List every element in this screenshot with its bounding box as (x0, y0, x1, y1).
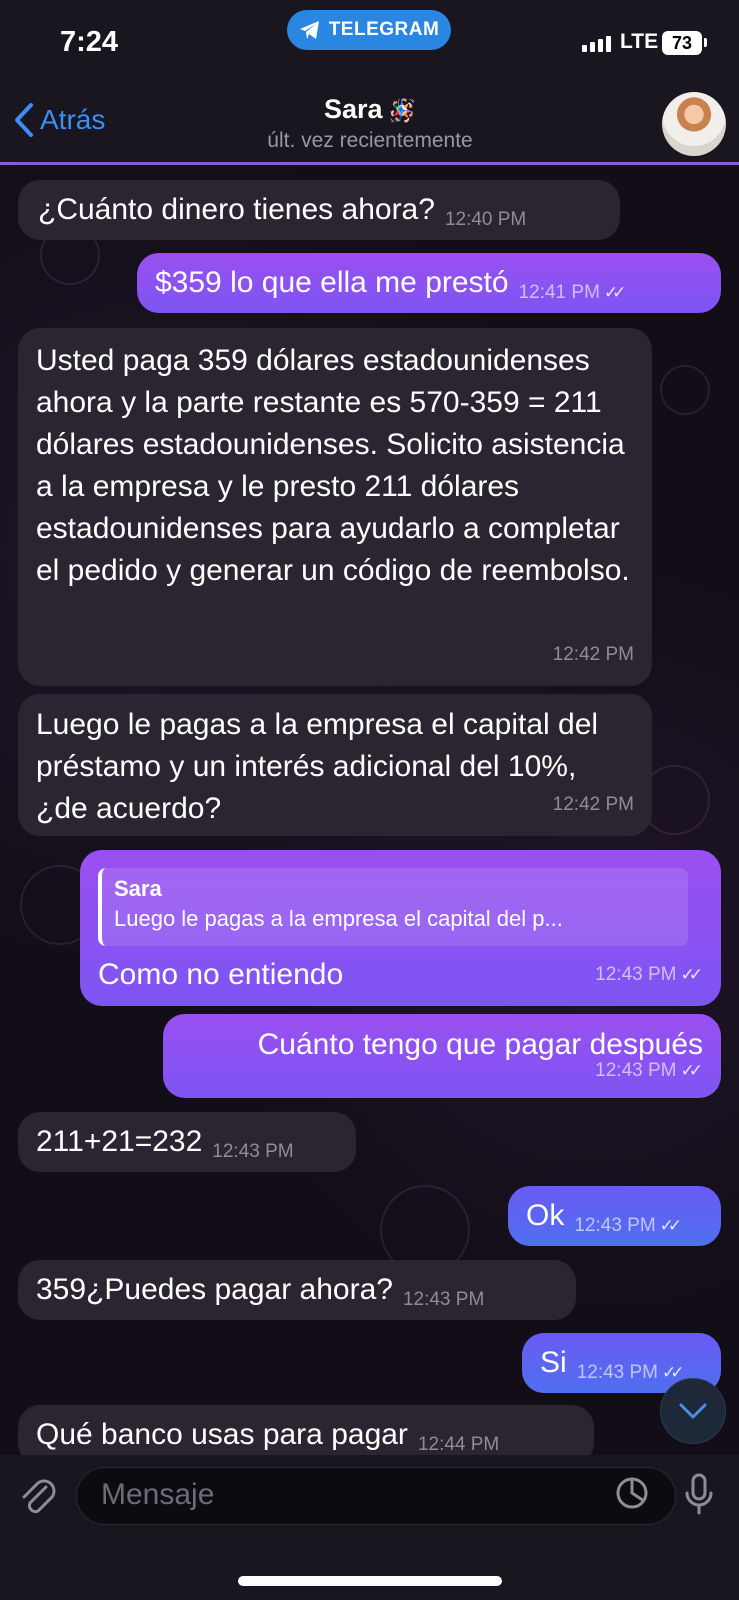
message-time: 12:43 PM (595, 1060, 677, 1081)
message-text: Ok (526, 1199, 565, 1232)
telegram-pill[interactable]: TELEGRAM (287, 10, 451, 50)
network-label: LTE (620, 30, 659, 53)
status-bar: 7:24 TELEGRAM LTE 73 (0, 0, 739, 92)
message-text: ¿Cuánto dinero tienes ahora? (38, 193, 435, 226)
avatar[interactable] (662, 92, 726, 156)
message-text: $359 lo que ella me prestó (155, 266, 509, 299)
message-bubble-outgoing-reply[interactable]: Sara Luego le pagas a la empresa el capi… (80, 850, 721, 1006)
attach-button[interactable] (18, 1475, 58, 1524)
clock: 7:24 (60, 26, 119, 58)
message-input-placeholder: Mensaje (101, 1478, 215, 1511)
back-chevron-icon (15, 103, 33, 137)
chat-header: Atrás Sara 🪅 últ. vez recientemente (0, 92, 739, 165)
home-indicator[interactable] (238, 1576, 502, 1586)
app-badge-label: TELEGRAM (328, 19, 440, 40)
chevron-down-icon (679, 1403, 707, 1419)
message-bubble-outgoing[interactable]: Ok 12:43 PM ✓✓ (508, 1186, 721, 1246)
scroll-down-button[interactable] (660, 1378, 726, 1444)
message-bubble-outgoing[interactable]: $359 lo que ella me prestó 12:41 PM ✓✓ (137, 253, 721, 313)
read-check-icon: ✓✓ (680, 1061, 703, 1080)
message-time: 12:43 PM (574, 1215, 656, 1236)
contact-name: Sara (324, 94, 383, 124)
message-bubble-incoming[interactable]: 211+21=232 12:43 PM (18, 1112, 356, 1172)
message-bubble-incoming[interactable]: ¿Cuánto dinero tienes ahora? 12:40 PM (18, 180, 620, 240)
read-check-icon: ✓✓ (680, 965, 703, 984)
message-text: Usted paga 359 dólares estadounidenses a… (36, 344, 630, 587)
message-time: 12:40 PM (444, 209, 527, 230)
back-label: Atrás (40, 104, 106, 135)
message-time: 12:41 PM (518, 282, 600, 303)
message-time: 12:42 PM (552, 794, 634, 815)
reply-sender: Sara (114, 876, 162, 901)
contact-status: últ. vez recientemente (267, 129, 473, 152)
message-time: 12:43 PM (402, 1289, 485, 1310)
message-text: Qué banco usas para pagar (36, 1418, 408, 1451)
battery-nub (704, 38, 707, 47)
message-text: Como no entiendo (98, 958, 344, 991)
message-input[interactable]: Mensaje (76, 1467, 676, 1525)
chat-title[interactable]: Sara 🪅 últ. vez recientemente (200, 92, 540, 153)
message-time: 12:43 PM (576, 1362, 659, 1383)
message-text: 359¿Puedes pagar ahora? (36, 1273, 393, 1306)
contact-emoji: 🪅 (388, 98, 416, 123)
sticker-button[interactable] (614, 1475, 650, 1516)
back-button[interactable]: Atrás (14, 102, 105, 138)
telegram-icon (299, 21, 319, 39)
message-time: 12:42 PM (552, 644, 634, 665)
microphone-icon (685, 1473, 713, 1515)
message-text: 211+21=232 (36, 1125, 203, 1158)
message-text: Luego le pagas a la empresa el capital d… (36, 708, 599, 825)
message-bubble-incoming[interactable]: Usted paga 359 dólares estadounidenses a… (18, 328, 652, 686)
message-bubble-incoming[interactable]: 359¿Puedes pagar ahora? 12:43 PM (18, 1260, 576, 1320)
message-text: Si (540, 1346, 567, 1379)
background-doodle (660, 365, 710, 415)
battery-icon: 73 (662, 31, 702, 55)
reply-preview[interactable]: Sara Luego le pagas a la empresa el capi… (98, 868, 688, 946)
message-time: 12:43 PM (212, 1141, 294, 1162)
message-bubble-incoming[interactable]: Luego le pagas a la empresa el capital d… (18, 694, 652, 836)
reply-text: Luego le pagas a la empresa el capital d… (114, 906, 563, 931)
sticker-icon (616, 1477, 648, 1509)
read-check-icon: ✓✓ (659, 1216, 682, 1235)
message-bubble-outgoing[interactable]: Cuánto tengo que pagar después 12:43 PM ✓… (163, 1014, 721, 1098)
paperclip-icon (22, 1479, 56, 1514)
microphone-button[interactable] (684, 1473, 714, 1520)
read-check-icon: ✓✓ (603, 283, 626, 302)
signal-icon (582, 36, 611, 52)
message-time: 12:43 PM (595, 964, 677, 985)
